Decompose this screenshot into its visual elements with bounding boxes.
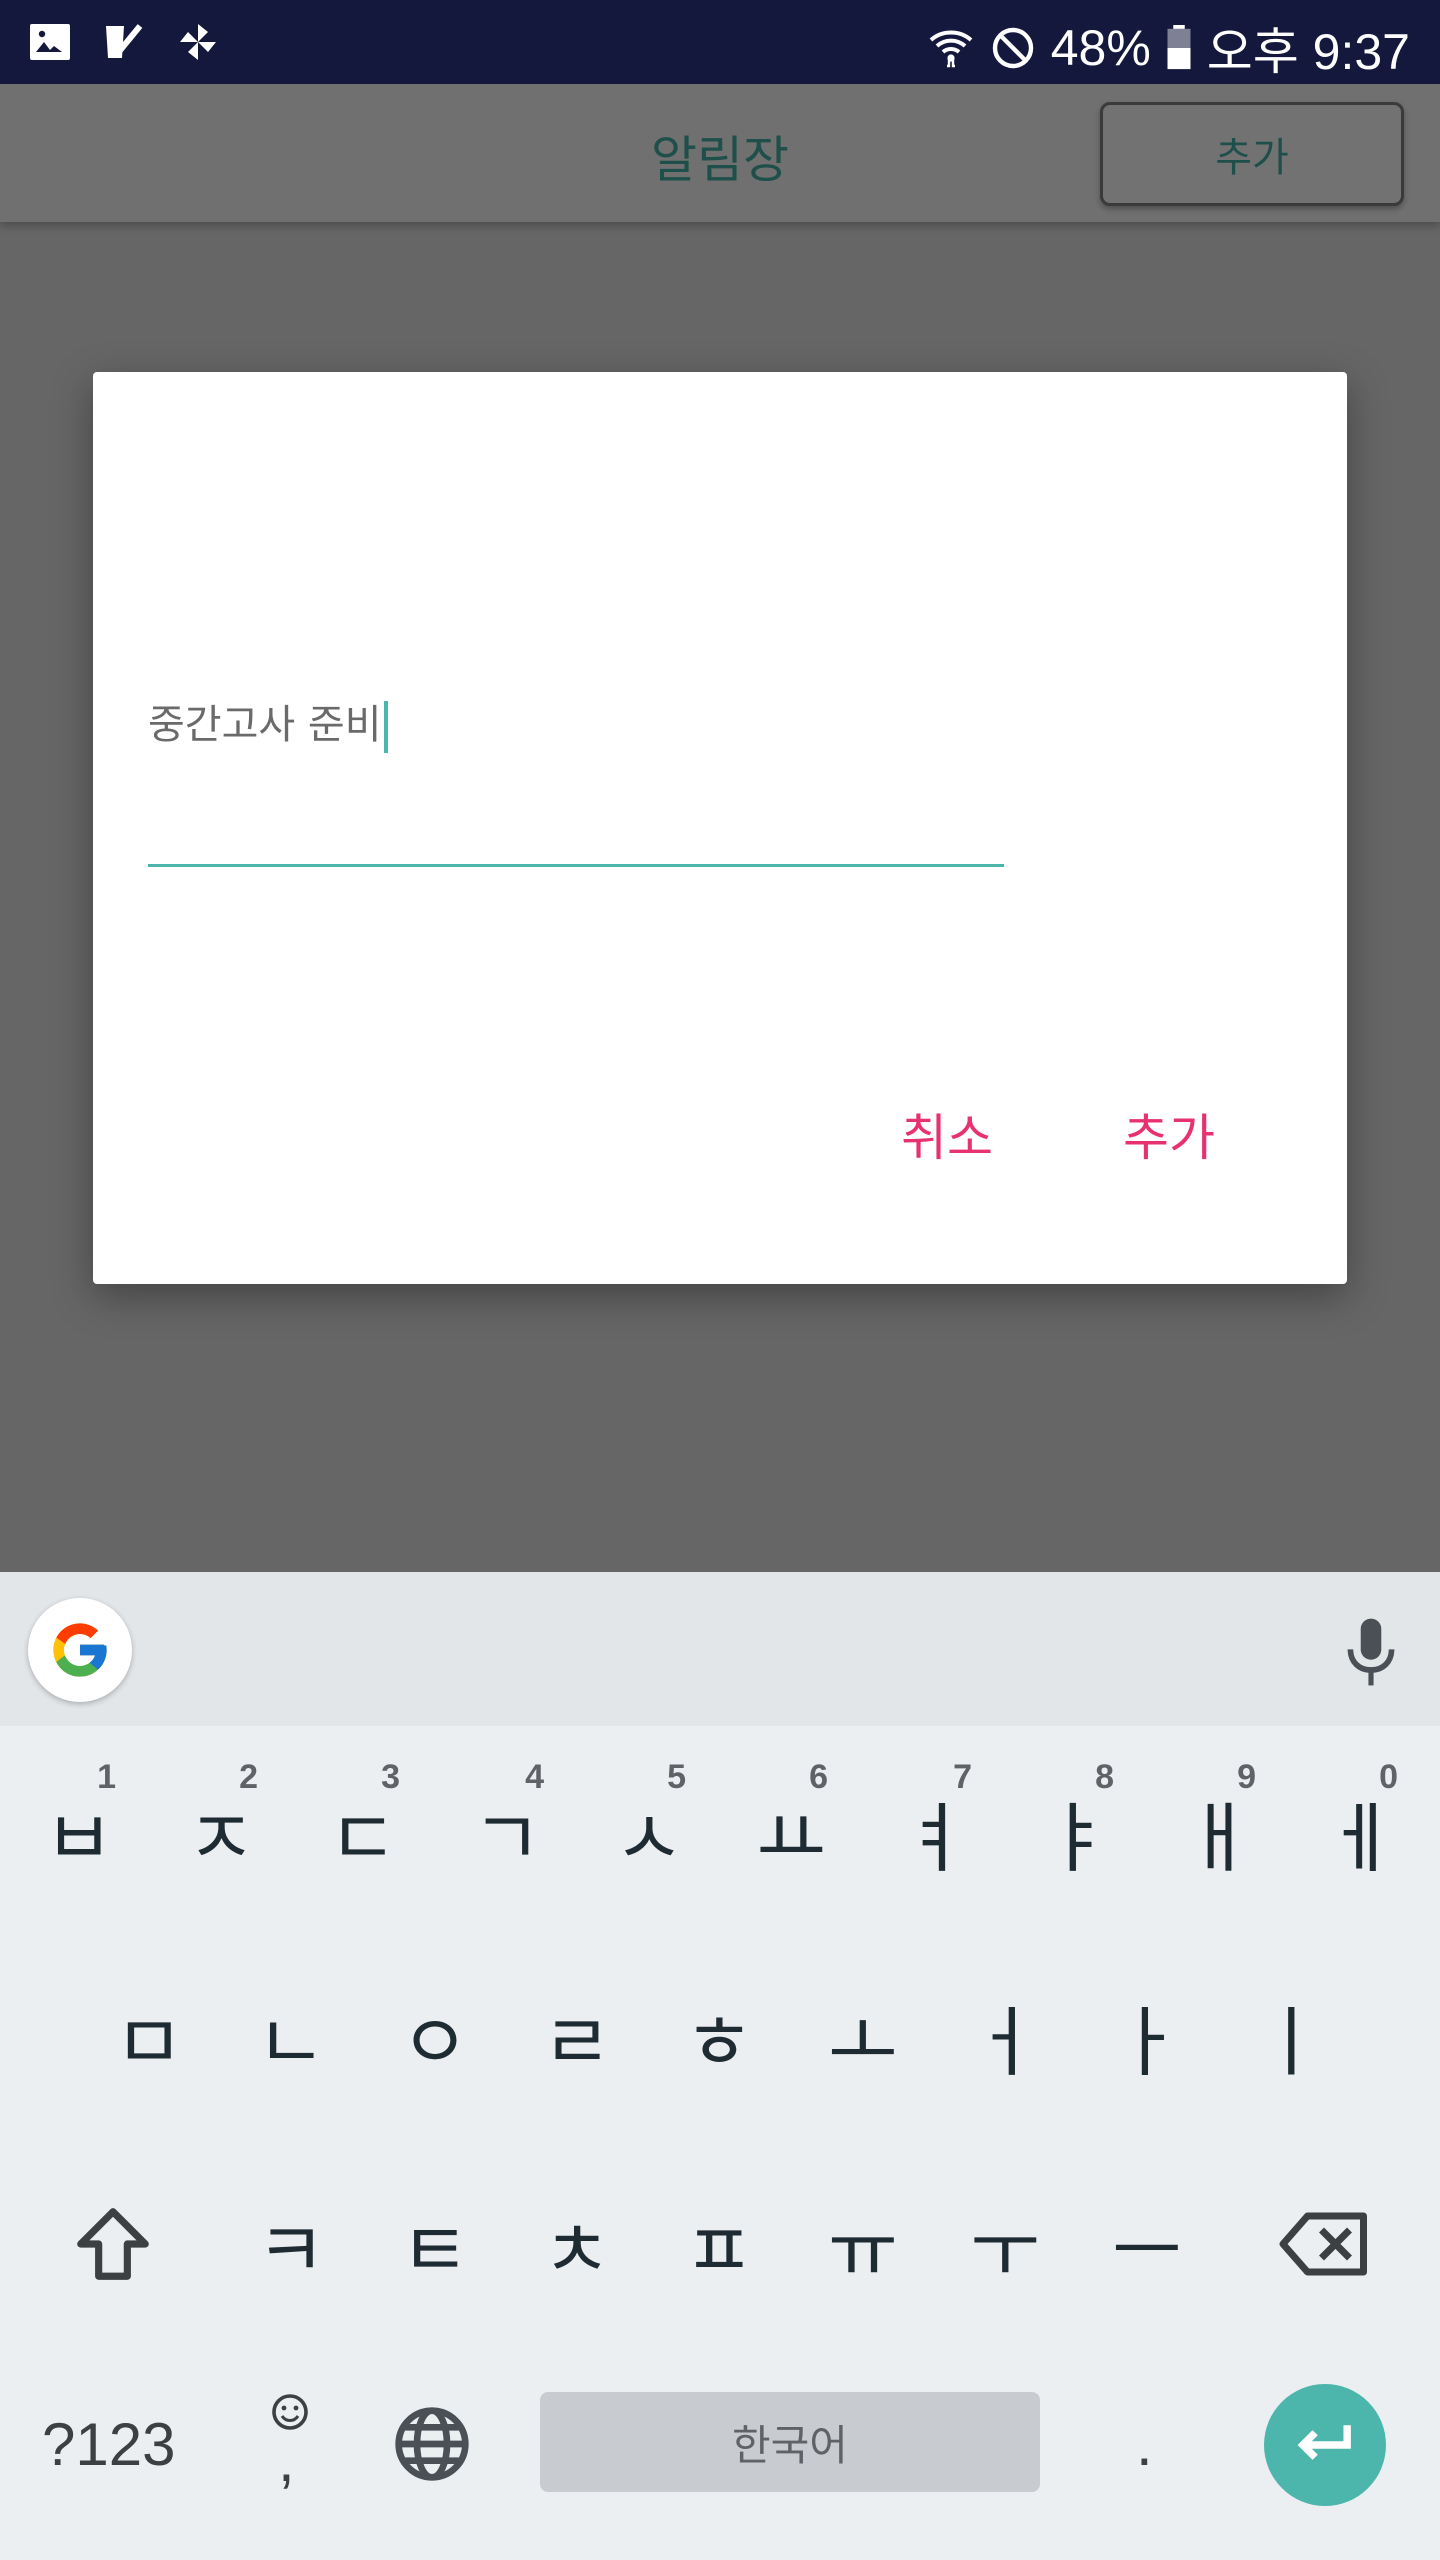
key-hint: 1: [97, 1758, 116, 1796]
shift-icon: [77, 2208, 149, 2280]
app-bar: 알림장 추가: [0, 84, 1440, 222]
status-left-icons: [26, 18, 222, 66]
wifi-icon: [929, 30, 973, 68]
key-r[interactable]: ㄹ: [522, 1976, 632, 2096]
backspace-key[interactable]: [1270, 2184, 1380, 2304]
task-check-icon: [106, 24, 143, 58]
key-p[interactable]: ㅍ: [664, 2184, 774, 2304]
note-input[interactable]: 중간고사 준비: [148, 692, 1004, 872]
key-eu[interactable]: ㅡ: [1092, 2184, 1202, 2304]
enter-icon: [1297, 2425, 1351, 2460]
key-hint: 6: [809, 1758, 828, 1796]
key-hint: 8: [1095, 1758, 1114, 1796]
globe-icon[interactable]: [392, 2404, 472, 2484]
key-i[interactable]: ㅣ: [1236, 1976, 1346, 2096]
key-s[interactable]: ㅅ5: [594, 1758, 704, 1892]
key-d[interactable]: ㄷ3: [308, 1758, 418, 1892]
comma-emoji-key[interactable]: ,: [260, 2386, 320, 2506]
google-g-icon: [53, 1623, 107, 1677]
keyboard-row-1: ㅂ1 ㅈ2 ㄷ3 ㄱ4 ㅅ5 ㅛ6 ㅕ7 ㅑ8 ㅐ9 ㅔ0: [0, 1758, 1440, 1912]
key-hint: 2: [239, 1758, 258, 1796]
key-yo[interactable]: ㅛ6: [736, 1758, 846, 1892]
key-e[interactable]: ㅔ0: [1306, 1758, 1416, 1892]
cancel-button[interactable]: 취소: [901, 1098, 993, 1170]
status-bar: 48% 오후 9:37: [0, 0, 1440, 84]
key-ae[interactable]: ㅐ9: [1164, 1758, 1274, 1892]
key-hint: 4: [525, 1758, 544, 1796]
gallery-icon: [30, 24, 70, 60]
text-cursor: [383, 701, 388, 753]
google-search-button[interactable]: [28, 1598, 132, 1702]
key-u[interactable]: ㅜ: [950, 2184, 1060, 2304]
note-input-text-wrap[interactable]: 중간고사 준비: [148, 692, 388, 753]
keyboard-row-3: ㅋ ㅌ ㅊ ㅍ ㅠ ㅜ ㅡ: [0, 2184, 1440, 2324]
key-hint: 3: [381, 1758, 400, 1796]
enter-key[interactable]: [1264, 2384, 1386, 2506]
key-ng[interactable]: ㅇ: [380, 1976, 490, 2096]
input-underline: [148, 864, 1004, 867]
clock: 오후 9:37: [1206, 24, 1410, 80]
key-n[interactable]: ㄴ: [236, 1976, 346, 2096]
key-ya[interactable]: ㅑ8: [1022, 1758, 1132, 1892]
key-eo[interactable]: ㅓ: [950, 1976, 1060, 2096]
key-k[interactable]: ㅋ: [236, 2184, 346, 2304]
key-ch[interactable]: ㅊ: [522, 2184, 632, 2304]
battery-icon: [1167, 25, 1191, 70]
key-hint: 5: [667, 1758, 686, 1796]
add-note-dialog: 중간고사 준비 취소 추가: [93, 372, 1347, 1284]
key-hint: 9: [1237, 1758, 1256, 1796]
key-yeo[interactable]: ㅕ7: [880, 1758, 990, 1892]
keyboard-row-2: ㅁ ㄴ ㅇ ㄹ ㅎ ㅗ ㅓ ㅏ ㅣ: [0, 1976, 1440, 2116]
shift-key[interactable]: [58, 2184, 168, 2304]
pinwheel-icon: [180, 24, 216, 60]
key-m[interactable]: ㅁ: [94, 1976, 204, 2096]
note-input-value[interactable]: 중간고사 준비: [148, 702, 382, 748]
symbols-key[interactable]: ?123: [42, 2410, 175, 2479]
key-j[interactable]: ㅈ2: [166, 1758, 276, 1892]
add-button[interactable]: 추가: [1100, 102, 1404, 206]
key-yu[interactable]: ㅠ: [808, 2184, 918, 2304]
keyboard-toolbar: [0, 1572, 1440, 1726]
comma-label: ,: [278, 2427, 295, 2494]
key-g[interactable]: ㄱ4: [452, 1758, 562, 1892]
key-o[interactable]: ㅗ: [808, 1976, 918, 2096]
key-h[interactable]: ㅎ: [664, 1976, 774, 2096]
battery-percent: 48%: [1050, 20, 1151, 76]
microphone-icon[interactable]: [1340, 1616, 1402, 1688]
period-key[interactable]: .: [1136, 2410, 1153, 2479]
key-a[interactable]: ㅏ: [1092, 1976, 1202, 2096]
confirm-add-button[interactable]: 추가: [1123, 1098, 1215, 1170]
key-hint: 0: [1379, 1758, 1398, 1796]
backspace-icon: [1279, 2212, 1367, 2276]
do-not-disturb-icon: [992, 27, 1033, 69]
status-right: 48% 오후 9:37: [927, 12, 1410, 84]
space-key[interactable]: 한국어: [540, 2392, 1040, 2492]
key-hint: 7: [953, 1758, 972, 1796]
key-t[interactable]: ㅌ: [380, 2184, 490, 2304]
key-b[interactable]: ㅂ1: [24, 1758, 134, 1892]
